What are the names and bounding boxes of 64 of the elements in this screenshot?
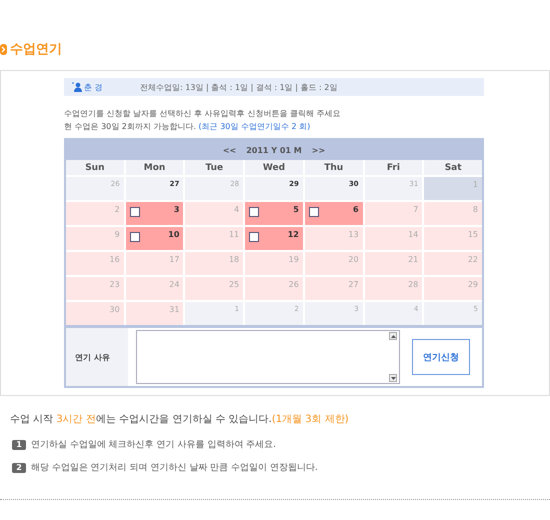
day-number: 31 bbox=[169, 305, 180, 314]
day-number: 11 bbox=[228, 230, 240, 239]
day-number: 10 bbox=[168, 230, 180, 239]
limit-note: (최근 30일 수업연기일수 2 회) bbox=[198, 122, 310, 131]
reason-label: 연기 사유 bbox=[66, 328, 128, 386]
step-number: 2 bbox=[12, 462, 26, 472]
day-number: 22 bbox=[468, 255, 478, 264]
day-number: 3 bbox=[174, 205, 180, 214]
day-number: 26 bbox=[288, 280, 299, 289]
day-number: 24 bbox=[169, 280, 180, 289]
weekday-header: Thu bbox=[304, 160, 363, 175]
next-month-button[interactable]: >> bbox=[312, 146, 326, 154]
day-number: 7 bbox=[413, 205, 418, 214]
attendance-summary: 전체수업일: 13일 | 출석 : 1일 | 결석 : 1일 | 홀드 : 2일 bbox=[140, 82, 338, 92]
step-text: 해당 수업일은 연기처리 되며 연기하신 날짜 만큼 수업일이 연장됩니다. bbox=[31, 462, 318, 474]
scroll-up-icon[interactable] bbox=[389, 332, 397, 340]
day-number: 2 bbox=[114, 205, 120, 214]
day-number: 8 bbox=[472, 205, 478, 214]
previous-month-button[interactable]: << bbox=[222, 146, 236, 154]
day-number: 27 bbox=[348, 280, 359, 289]
day-number: 1 bbox=[472, 180, 478, 189]
day-number: 14 bbox=[408, 230, 418, 239]
day-number: 25 bbox=[228, 280, 240, 289]
reason-field[interactable] bbox=[136, 330, 400, 384]
day-checkbox[interactable] bbox=[249, 207, 260, 217]
weekday-header: Tue bbox=[185, 160, 244, 175]
scroll-down-icon[interactable] bbox=[389, 374, 397, 382]
day-number: 15 bbox=[468, 230, 478, 239]
instruction-text: 수업연기를 신청할 날자를 선택하신 후 사유입력후 신청버튼을 클릭해 주세요 bbox=[64, 108, 342, 120]
day-checkbox[interactable] bbox=[130, 232, 140, 242]
day-number: 16 bbox=[110, 255, 120, 264]
submit-button[interactable]: 연기신청 bbox=[412, 339, 470, 375]
day-checkbox[interactable] bbox=[249, 232, 260, 242]
day-number: 28 bbox=[408, 280, 418, 289]
step-number: 1 bbox=[12, 440, 26, 450]
bullet-icon bbox=[0, 44, 7, 54]
day-number: 9 bbox=[114, 230, 120, 239]
day-number: 13 bbox=[348, 230, 359, 239]
day-number: 19 bbox=[288, 255, 299, 264]
day-number: 12 bbox=[288, 230, 299, 239]
day-number: 17 bbox=[169, 255, 180, 264]
weekday-header: Mon bbox=[126, 160, 184, 175]
page-title: 수업연기 bbox=[10, 41, 62, 58]
weekday-header: Fri bbox=[364, 160, 422, 175]
day-number: 18 bbox=[228, 255, 240, 264]
day-number: 6 bbox=[352, 205, 359, 214]
limit-text: 현 수업은 30일 2회까지 가능합니다. bbox=[64, 122, 196, 131]
weekday-header: Sat bbox=[424, 160, 482, 175]
day-number: 29 bbox=[468, 280, 478, 289]
step-text: 연기하실 수업일에 체크하신후 연기 사유를 입력하여 주세요. bbox=[31, 439, 276, 451]
weekday-header: Wed bbox=[245, 160, 303, 175]
user-icon bbox=[72, 82, 82, 92]
day-number: 23 bbox=[110, 280, 120, 289]
month-label: 2011 Y 01 M bbox=[246, 146, 302, 154]
day-number: 4 bbox=[234, 205, 240, 214]
notice-text: 수업 시작 3시간 전에는 수업시간을 연기하실 수 있습니다.(1개월 3회 제한) bbox=[10, 413, 350, 426]
day-checkbox[interactable] bbox=[130, 207, 140, 217]
weekday-header: Sun bbox=[66, 160, 124, 175]
day-number: 30 bbox=[110, 305, 120, 314]
day-checkbox[interactable] bbox=[308, 207, 319, 217]
day-number: 20 bbox=[348, 255, 359, 264]
day-number: 21 bbox=[408, 255, 418, 264]
student-name: 춘 경 bbox=[84, 82, 103, 92]
day-number: 5 bbox=[293, 205, 299, 214]
